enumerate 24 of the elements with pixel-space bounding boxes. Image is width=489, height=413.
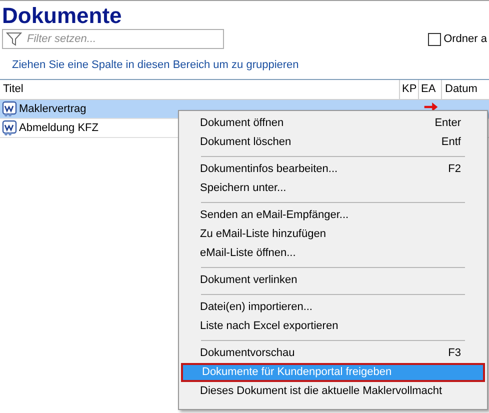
filter-icon (6, 32, 22, 46)
menu-item[interactable]: Dokument verlinken (181, 271, 485, 290)
menu-item[interactable]: Dokumentvorschau F3 (181, 344, 485, 363)
document-title: Abmeldung KFZ (19, 120, 98, 136)
checkbox-label: Ordner a (444, 32, 487, 47)
menu-item[interactable]: Dieses Dokument ist die aktuelle Maklervollmacht (181, 382, 485, 401)
column-header[interactable]: Titel (0, 80, 400, 99)
menu-item[interactable]: Dokument löschen Entf (181, 133, 485, 152)
group-hint: Ziehen Sie eine Spalte in diesen Bereich um zu gruppieren (11, 58, 300, 73)
menu-item[interactable]: Liste nach Excel exportieren (181, 317, 485, 336)
document-title: Maklervertrag (19, 102, 86, 117)
menu-item[interactable]: eMail-Liste öffnen... (181, 244, 485, 263)
column-header[interactable]: KP (400, 80, 419, 99)
menu-item[interactable]: Senden an eMail-Empfänger... (181, 206, 485, 225)
menu-item[interactable]: Dokumentinfos bearbeiten... F2 (181, 160, 485, 179)
filter-field[interactable]: Filter setzen... (2, 29, 224, 49)
page-title: Dokumente (2, 3, 123, 29)
menu-item[interactable]: Zu eMail-Liste hinzufügen (181, 225, 485, 244)
menu-item[interactable]: Datei(en) importieren... (181, 298, 485, 317)
document-icon (2, 101, 18, 117)
column-header[interactable]: Datum (442, 80, 489, 99)
menu-item[interactable]: Speichern unter... (181, 179, 485, 198)
column-header[interactable]: EA (419, 80, 442, 99)
folder-checkbox[interactable] (428, 32, 441, 46)
